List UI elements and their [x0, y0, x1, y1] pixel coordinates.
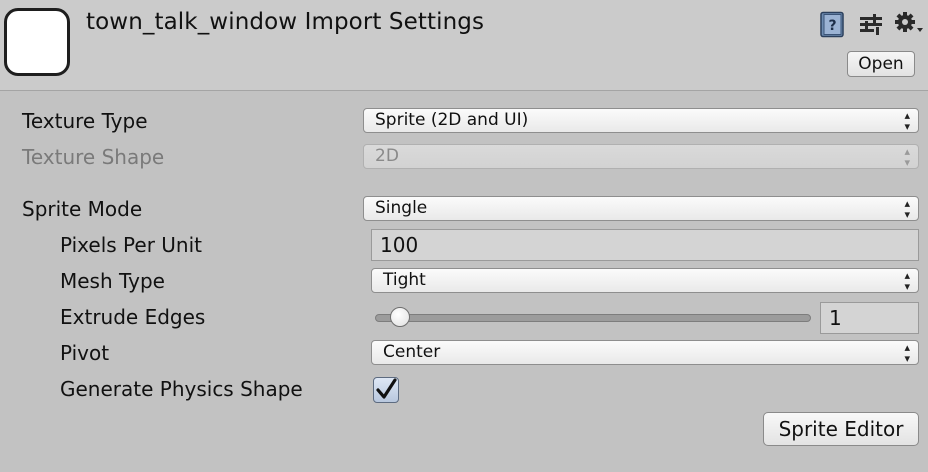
texture-shape-value: 2D — [375, 146, 399, 166]
dropdown-arrows-icon: ▴ ▾ — [904, 144, 910, 169]
sprite-mode-label: Sprite Mode — [22, 197, 143, 221]
texture-type-value: Sprite (2D and UI) — [375, 110, 529, 130]
texture-type-label: Texture Type — [22, 109, 148, 133]
help-book-icon[interactable]: ? — [819, 11, 846, 42]
extrude-edges-input[interactable]: 1 — [820, 302, 919, 334]
pixels-per-unit-input[interactable]: 100 — [371, 229, 919, 261]
extrude-edges-slider-thumb[interactable] — [389, 307, 410, 327]
checkmark-icon — [376, 378, 397, 399]
mesh-type-dropdown[interactable]: Tight ▴ ▾ — [371, 268, 919, 293]
sprite-mode-value: Single — [375, 198, 428, 218]
gear-menu-icon[interactable] — [894, 11, 924, 41]
texture-shape-label: Texture Shape — [22, 145, 165, 169]
texture-type-dropdown[interactable]: Sprite (2D and UI) ▴ ▾ — [363, 108, 919, 133]
header-title: town_talk_window Import Settings — [86, 9, 485, 35]
pivot-dropdown[interactable]: Center ▴ ▾ — [371, 340, 919, 365]
mesh-type-value: Tight — [383, 270, 426, 290]
svg-text:?: ? — [828, 18, 836, 34]
sprite-mode-dropdown[interactable]: Single ▴ ▾ — [363, 196, 919, 221]
sprite-editor-button[interactable]: Sprite Editor — [763, 412, 919, 446]
pivot-label: Pivot — [60, 341, 110, 365]
dropdown-arrows-icon: ▴ ▾ — [904, 268, 910, 293]
generate-physics-shape-checkbox[interactable] — [373, 377, 399, 403]
generate-physics-shape-label: Generate Physics Shape — [60, 377, 303, 401]
pixels-per-unit-label: Pixels Per Unit — [60, 233, 202, 257]
asset-preview-thumbnail — [4, 8, 70, 76]
preset-sliders-icon[interactable] — [859, 12, 883, 40]
pivot-value: Center — [383, 342, 441, 362]
open-button[interactable]: Open — [847, 51, 915, 77]
dropdown-arrows-icon: ▴ ▾ — [904, 196, 910, 221]
extrude-edges-label: Extrude Edges — [60, 305, 206, 329]
texture-shape-dropdown: 2D ▴ ▾ — [363, 144, 919, 169]
inspector-header: town_talk_window Import Settings ? Open — [0, 0, 928, 91]
extrude-edges-slider-track[interactable] — [375, 314, 811, 322]
dropdown-arrows-icon: ▴ ▾ — [904, 108, 910, 133]
mesh-type-label: Mesh Type — [60, 269, 165, 293]
dropdown-arrows-icon: ▴ ▾ — [904, 340, 910, 365]
